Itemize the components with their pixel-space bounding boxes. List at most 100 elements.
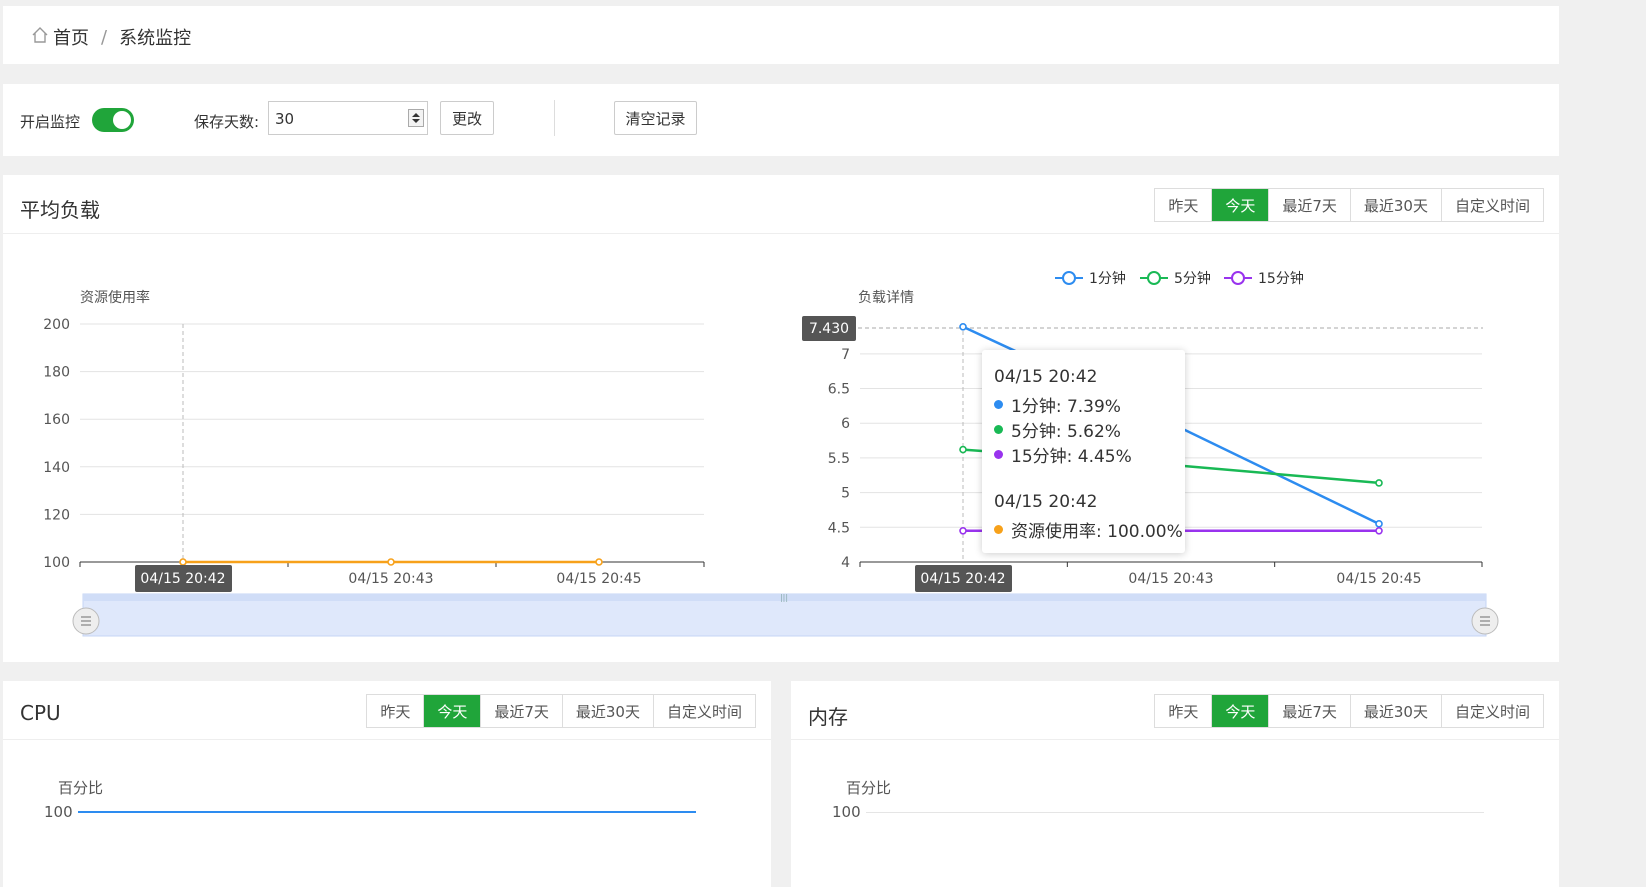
usage-chart-ytick-label: 160: [43, 412, 70, 428]
tooltip-row-5m: 5分钟: 5.62%: [994, 417, 1121, 442]
days-input[interactable]: 30: [268, 101, 428, 135]
cpu-range-custom-time-button[interactable]: 自定义时间: [652, 695, 755, 727]
cpu-chart-ylabel: 百分比: [58, 779, 104, 797]
usage-chart-data-point: [387, 558, 395, 566]
load-chart-data-point: [1375, 520, 1383, 528]
load-pointer-value: 7.430: [809, 321, 849, 337]
load-chart-ytick-label: 4.5: [828, 520, 850, 536]
usage-chart-data-point: [595, 558, 603, 566]
load-chart-data-point: [959, 526, 967, 535]
usage-chart-ytick-label: 140: [43, 460, 70, 476]
legend-marker-3: [1231, 271, 1245, 285]
usage-chart-grid: 100 120 140 160 180 200: [43, 317, 705, 571]
usage-hover-xlabel: 04/15 20:42: [140, 571, 225, 587]
tooltip-row-1m: 1分钟: 7.39%: [994, 392, 1121, 417]
monitor-toggle[interactable]: [92, 108, 134, 132]
usage-chart-ytick-label: 180: [43, 365, 70, 381]
tooltip-time-2: 04/15 20:42: [994, 492, 1098, 512]
load-panel: 平均负载 昨天 今天 最近7天 最近30天 自定义时间 资源使用率 100 120 140 1…: [3, 175, 1559, 662]
memory-chart-top-tick: 100: [832, 803, 861, 821]
load-chart-data-point: [959, 445, 967, 454]
load-chart-data-point: [1375, 526, 1383, 535]
zoom-handle-left[interactable]: [72, 607, 100, 635]
breadcrumb-separator: /: [101, 26, 108, 48]
breadcrumb: 首页 / 系统监控: [31, 24, 191, 50]
clear-records-button[interactable]: 清空记录: [614, 101, 697, 135]
tooltip-dot-5m: [994, 425, 1003, 434]
legend-label-1: 1分钟: [1089, 270, 1126, 287]
memory-chart-gridline: [866, 812, 1484, 813]
memory-range-selector: 昨天 今天 最近7天 最近30天 自定义时间: [1154, 694, 1544, 728]
load-chart-ytick-label: 6: [841, 416, 850, 432]
breadcrumb-current: 系统监控: [119, 28, 192, 49]
usage-chart-ytick-label: 120: [43, 507, 70, 523]
tooltip-row-usage-text: 资源使用率: 100.00%: [1011, 522, 1183, 542]
tooltip-row-15m: 15分钟: 4.45%: [994, 442, 1132, 467]
load-chart-xtick-label: 04/15 20:43: [1128, 571, 1213, 587]
cpu-panel-divider: [3, 739, 771, 740]
load-chart-ytick-label: 7: [841, 347, 850, 363]
tooltip-dot-1m: [994, 400, 1003, 409]
memory-range-yesterday-button[interactable]: 昨天: [1155, 695, 1212, 727]
memory-panel-divider: [791, 739, 1559, 740]
tooltip-row-5m-text: 5分钟: 5.62%: [1011, 422, 1121, 442]
load-chart-data-point: [959, 322, 967, 331]
usage-chart-ylabel: 资源使用率: [80, 289, 150, 306]
load-chart-ytick-label: 5: [841, 486, 850, 502]
toggle-knob: [113, 111, 131, 129]
breadcrumb-home-link[interactable]: 首页: [53, 24, 89, 50]
cpu-range-last-30-days-button[interactable]: 最近30天: [561, 695, 653, 727]
cpu-range-today-button[interactable]: 今天: [423, 695, 481, 727]
tooltip-dot-15m: [994, 450, 1003, 459]
load-chart-ytick-label: 4: [841, 555, 850, 571]
memory-range-last-7-days-button[interactable]: 最近7天: [1268, 695, 1350, 727]
usage-chart-xtick-label: 04/15 20:45: [556, 571, 641, 587]
days-label: 保存天数:: [194, 113, 260, 131]
legend-label-3: 15分钟: [1258, 270, 1304, 287]
chart-tooltip: 04/15 20:42 1分钟: 7.39% 5分钟: 5.62% 15分钟: …: [982, 350, 1185, 553]
cpu-range-last-7-days-button[interactable]: 最近7天: [480, 695, 562, 727]
load-chart-legend: 1分钟 5分钟 15分钟: [1055, 270, 1304, 287]
days-stepper[interactable]: [408, 109, 424, 127]
breadcrumb-bar: 首页 / 系统监控: [3, 6, 1559, 64]
load-chart-xtick-label: 04/15 20:45: [1336, 571, 1421, 587]
legend-marker-2: [1147, 271, 1161, 285]
legend-label-2: 5分钟: [1174, 270, 1211, 287]
tooltip-time-1: 04/15 20:42: [994, 367, 1098, 387]
change-days-button[interactable]: 更改: [440, 101, 494, 135]
usage-chart-series: [179, 558, 603, 566]
usage-chart-xtick-label: 04/15 20:43: [348, 571, 433, 587]
load-chart-ylabel: 负载详情: [858, 290, 914, 306]
tooltip-dot-usage: [994, 525, 1003, 534]
cpu-panel: CPU 昨天 今天 最近7天 最近30天 自定义时间 百分比 100: [3, 681, 771, 887]
load-hover-xlabel: 04/15 20:42: [920, 571, 1005, 587]
load-chart-data-point: [1375, 479, 1383, 487]
monitor-label: 开启监控: [20, 113, 81, 131]
cpu-range-yesterday-button[interactable]: 昨天: [367, 695, 424, 727]
zoom-slider-grip: |||: [780, 593, 788, 602]
memory-chart-ylabel: 百分比: [846, 779, 892, 797]
monitor-toolbar: 开启监控 保存天数: 30 更改 清空记录: [3, 84, 1559, 156]
load-charts: 资源使用率 100120140160180200 04/15 20:43 04/1…: [43, 270, 1499, 637]
usage-chart-data-point: [179, 558, 187, 566]
memory-range-today-button[interactable]: 今天: [1211, 695, 1269, 727]
toolbar-divider: [554, 100, 555, 136]
cpu-panel-title: CPU: [20, 701, 61, 725]
legend-marker-1: [1062, 271, 1076, 285]
memory-range-last-30-days-button[interactable]: 最近30天: [1349, 695, 1441, 727]
load-chart-xlabels: 04/15 20:43 04/15 20:45: [1128, 571, 1421, 587]
stepper-arrows-icon: [412, 113, 420, 123]
usage-chart-xlabels: 04/15 20:43 04/15 20:45: [348, 571, 641, 587]
cpu-range-selector: 昨天 今天 最近7天 最近30天 自定义时间: [366, 694, 756, 728]
memory-range-custom-time-button[interactable]: 自定义时间: [1440, 695, 1543, 727]
cpu-chart-line: [78, 811, 696, 813]
load-chart-ytick-label: 6.5: [828, 382, 850, 398]
load-chart-ytick-label: 5.5: [828, 451, 850, 467]
tooltip-row-15m-text: 15分钟: 4.45%: [1011, 447, 1132, 467]
days-input-value: 30: [275, 110, 295, 128]
tooltip-row-1m-text: 1分钟: 7.39%: [1011, 397, 1121, 417]
memory-panel-title: 内存: [808, 705, 848, 729]
usage-chart-ytick-label: 100: [43, 555, 70, 571]
zoom-handle-right[interactable]: [1471, 607, 1499, 635]
usage-chart-ytick-label: 200: [43, 317, 70, 333]
